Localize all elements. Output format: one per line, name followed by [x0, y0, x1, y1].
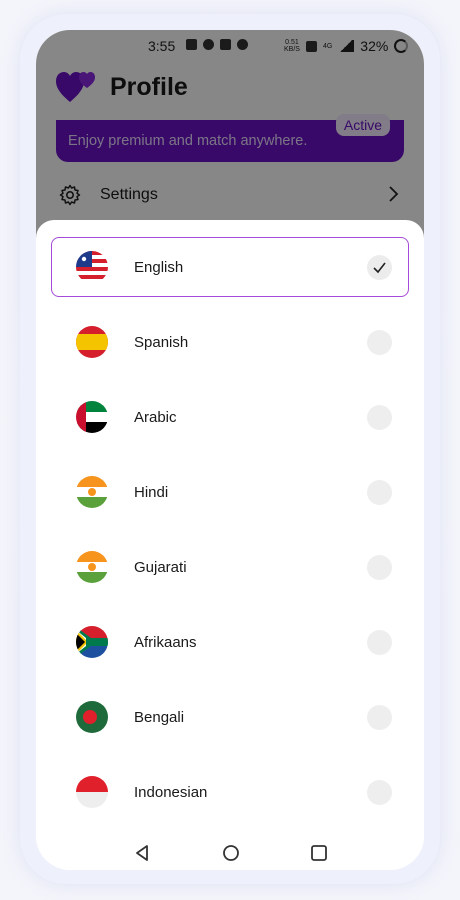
check-radio[interactable]	[367, 254, 392, 280]
system-navigation-bar	[36, 840, 424, 870]
radio-button[interactable]	[367, 629, 392, 655]
checkmark-icon	[373, 262, 386, 273]
language-option-hindi[interactable]: Hindi	[51, 462, 409, 522]
modal-overlay[interactable]	[36, 30, 424, 250]
language-option-spanish[interactable]: Spanish	[51, 312, 409, 372]
language-label: Spanish	[134, 333, 189, 351]
uae-flag-icon	[76, 401, 108, 433]
radio-button[interactable]	[367, 404, 392, 430]
radio-button[interactable]	[367, 704, 392, 730]
language-option-gujarati[interactable]: Gujarati	[51, 537, 409, 597]
us-flag-icon	[76, 251, 108, 283]
recents-icon[interactable]	[308, 842, 330, 864]
language-option-english[interactable]: English	[51, 237, 409, 297]
language-label: English	[134, 258, 184, 276]
language-option-arabic[interactable]: Arabic	[51, 387, 409, 447]
language-label: Hindi	[134, 483, 169, 501]
language-label: Afrikaans	[134, 633, 197, 651]
language-bottom-sheet: English Spanish Arabic Hindi Gujarati Af…	[36, 220, 424, 870]
radio-button[interactable]	[367, 329, 392, 355]
india-flag-icon	[76, 551, 108, 583]
back-icon[interactable]	[132, 842, 154, 864]
language-label: Bengali	[134, 708, 185, 726]
india-flag-icon	[76, 476, 108, 508]
phone-screen: 3:55 0.51 KB/S 4G 32% Profile Enjoy prem…	[36, 30, 424, 870]
language-option-afrikaans[interactable]: Afrikaans	[51, 612, 409, 672]
spain-flag-icon	[76, 326, 108, 358]
radio-button[interactable]	[367, 554, 392, 580]
home-icon[interactable]	[220, 842, 242, 864]
language-option-bengali[interactable]: Bengali	[51, 687, 409, 747]
language-label: Indonesian	[134, 783, 208, 801]
language-option-indonesian[interactable]: Indonesian	[51, 762, 409, 822]
radio-button[interactable]	[367, 779, 392, 805]
indonesia-flag-icon	[76, 776, 108, 808]
language-label: Arabic	[134, 408, 177, 426]
south-africa-flag-icon	[76, 626, 108, 658]
language-label: Gujarati	[134, 558, 187, 576]
bangladesh-flag-icon	[76, 701, 108, 733]
radio-button[interactable]	[367, 479, 392, 505]
